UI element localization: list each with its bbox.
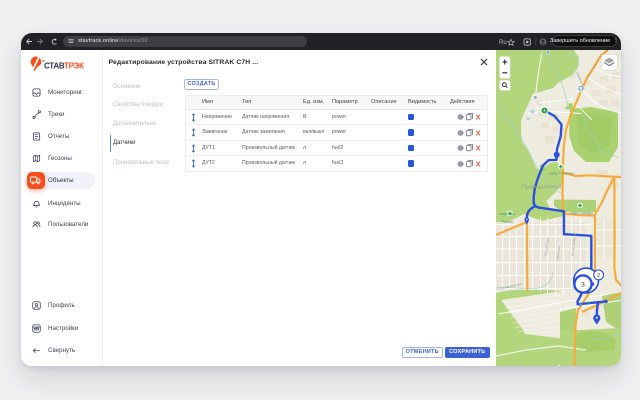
svg-text:Промышленный: Промышленный (522, 183, 561, 190)
svg-text:3: 3 (581, 281, 585, 288)
svg-text:СТАВТРЭК: СТАВТРЭК (44, 62, 84, 71)
svg-text:Ru: Ru (499, 40, 507, 46)
svg-text:сквер Геро...: сквер Геро... (499, 212, 518, 216)
svg-text:России: России (502, 220, 513, 224)
svg-text:сквер Планеты: сквер Планеты (549, 171, 574, 175)
svg-text:2: 2 (597, 273, 600, 279)
svg-text:парк Победы: парк Победы (571, 211, 593, 215)
